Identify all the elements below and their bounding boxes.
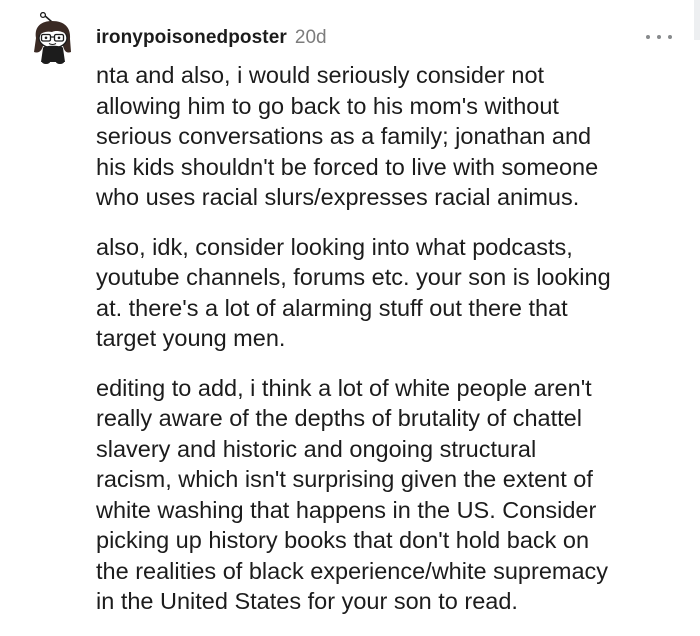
comment-age: 20d bbox=[294, 27, 327, 48]
text-line: at. there's a lot of alarming stuff out … bbox=[96, 294, 568, 321]
text-line: who uses racial slurs/expresses racial a… bbox=[96, 184, 580, 210]
text-line: really aware of the depths of brutality … bbox=[96, 405, 582, 431]
comment-card: ironypoisonedposter 20d nta and also, i … bbox=[0, 0, 700, 624]
dot-icon bbox=[668, 35, 672, 39]
text-line: picking up history books that don't hold… bbox=[96, 527, 590, 553]
text-line: the realities of black experience/white … bbox=[96, 557, 609, 584]
text-line: his kids shouldn't be forced to live wit… bbox=[96, 153, 599, 180]
username-link[interactable]: ironypoisonedposter bbox=[96, 27, 287, 49]
text-line: youtube channels, forums etc. your son i… bbox=[96, 264, 611, 290]
dot-icon bbox=[657, 35, 661, 39]
snoo-avatar-icon[interactable] bbox=[30, 11, 78, 64]
text-line: also, idk, consider looking into what po… bbox=[96, 233, 573, 260]
scroll-edge bbox=[694, 0, 700, 40]
text-line: serious conversations as a family; jonat… bbox=[96, 123, 592, 149]
text-line: slavery and historic and ongoing structu… bbox=[96, 435, 537, 462]
text-line: nta and also, i would seriously consider… bbox=[96, 62, 545, 88]
comment-paragraph: editing to add, i think a lot of white p… bbox=[96, 373, 686, 617]
comment-paragraph: nta and also, i would seriously consider… bbox=[96, 60, 686, 213]
comment-paragraph: also, idk, consider looking into what po… bbox=[96, 232, 686, 354]
comment-header: ironypoisonedposter 20d bbox=[96, 27, 327, 51]
text-line: in the United States for your son to rea… bbox=[96, 588, 518, 614]
text-line: editing to add, i think a lot of white p… bbox=[96, 374, 592, 401]
comment-body: nta and also, i would seriously consider… bbox=[96, 60, 686, 636]
text-line: racism, which isn't surprising given the… bbox=[96, 466, 593, 492]
dot-icon bbox=[646, 35, 650, 39]
overflow-menu-icon[interactable] bbox=[646, 30, 672, 44]
text-line: allowing him to go back to his mom's wit… bbox=[96, 92, 559, 119]
text-line: white washing that happens in the US. Co… bbox=[96, 496, 597, 523]
text-line: target young men. bbox=[96, 325, 286, 351]
